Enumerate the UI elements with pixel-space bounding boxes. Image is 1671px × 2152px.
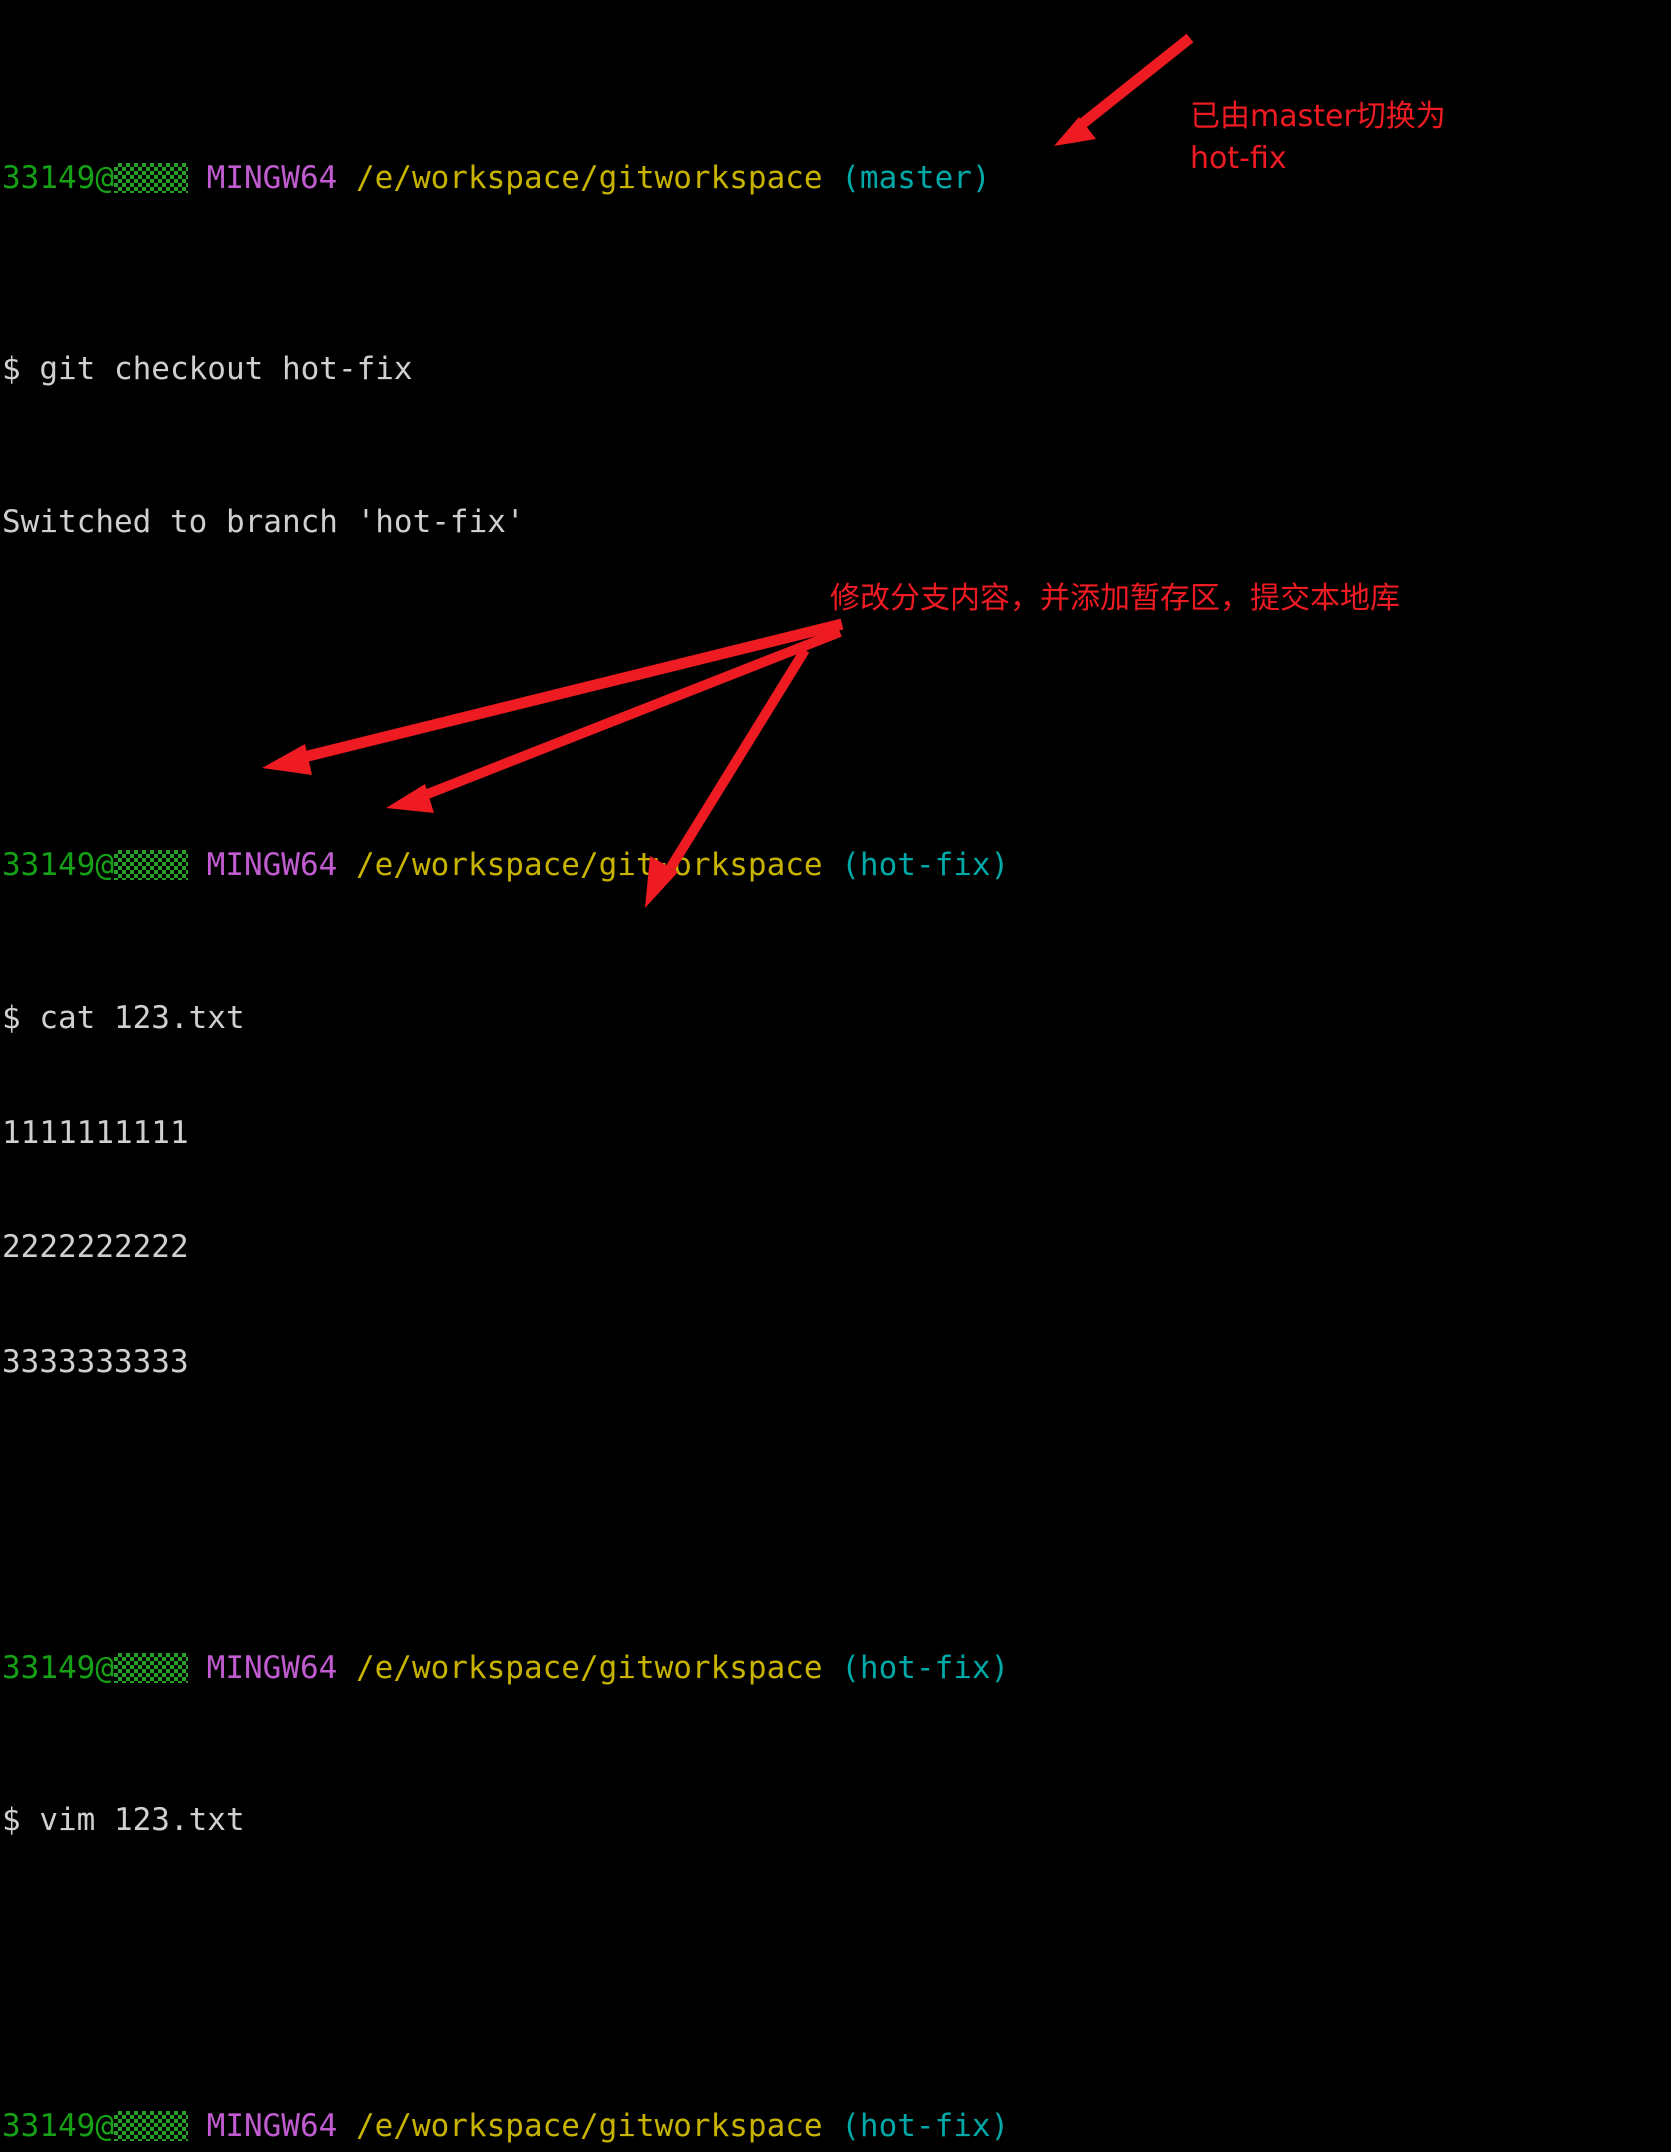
- output-line: 2222222222: [2, 1229, 189, 1266]
- output-line: Switched to branch 'hot-fix': [2, 503, 525, 540]
- redacted-hostname-mosaic: [113, 2110, 188, 2141]
- terminal-output[interactable]: 33149@ MINGW64 /e/workspace/gitworkspace…: [0, 0, 1671, 2152]
- redacted-hostname-mosaic: [113, 1652, 188, 1683]
- redacted-hostname-mosaic: [113, 162, 188, 193]
- prompt-path: /e/workspace/gitworkspace: [355, 159, 823, 196]
- command-line: $ git checkout hot-fix: [2, 350, 413, 387]
- command-line: $ vim 123.txt: [2, 1802, 245, 1839]
- prompt-path: /e/workspace/gitworkspace: [355, 2107, 823, 2144]
- prompt-path: /e/workspace/gitworkspace: [355, 847, 823, 884]
- prompt-shell: MINGW64: [206, 2107, 338, 2144]
- prompt-line: 33149@ MINGW64 /e/workspace/gitworkspace…: [2, 1649, 1671, 1687]
- prompt-shell: MINGW64: [206, 159, 338, 196]
- prompt-user: 33149@: [2, 159, 114, 196]
- prompt-shell: MINGW64: [206, 847, 338, 884]
- command-line: $ cat 123.txt: [2, 1000, 245, 1037]
- prompt-branch: (hot-fix): [841, 847, 1010, 884]
- prompt-branch: (master): [841, 159, 991, 196]
- prompt-user: 33149@: [2, 2107, 114, 2144]
- output-line: 1111111111: [2, 1114, 189, 1151]
- prompt-line: 33149@ MINGW64 /e/workspace/gitworkspace…: [2, 2107, 1671, 2145]
- prompt-shell: MINGW64: [206, 1649, 338, 1686]
- prompt-branch: (hot-fix): [841, 1649, 1010, 1686]
- prompt-line: 33149@ MINGW64 /e/workspace/gitworkspace…: [2, 846, 1671, 884]
- redacted-hostname-mosaic: [113, 850, 188, 881]
- prompt-path: /e/workspace/gitworkspace: [355, 1649, 823, 1686]
- prompt-branch: (hot-fix): [841, 2107, 1010, 2144]
- prompt-user: 33149@: [2, 847, 114, 884]
- output-line: 3333333333: [2, 1343, 189, 1380]
- prompt-line: 33149@ MINGW64 /e/workspace/gitworkspace…: [2, 159, 1671, 197]
- terminal-window[interactable]: 33149@ MINGW64 /e/workspace/gitworkspace…: [0, 0, 1671, 2144]
- prompt-user: 33149@: [2, 1649, 114, 1686]
